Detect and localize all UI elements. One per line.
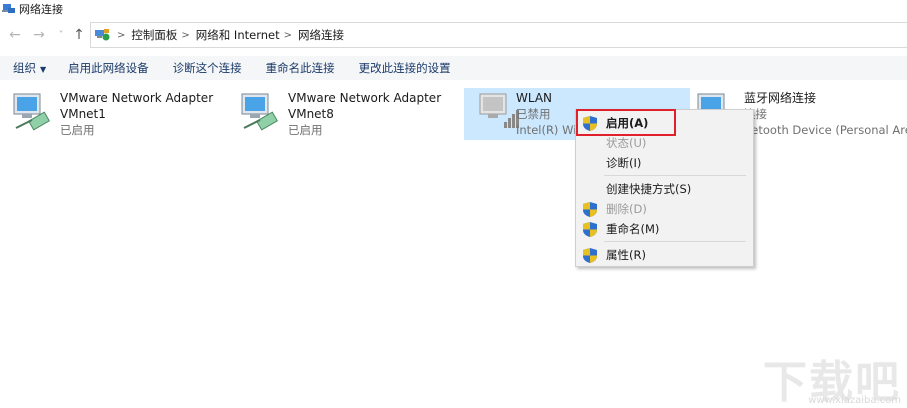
window-title: 网络连接 — [19, 3, 63, 16]
rename-connection-button[interactable]: 重命名此连接 — [254, 60, 347, 76]
highlight-annotation — [576, 109, 676, 136]
breadcrumb-chevron-icon: > — [117, 29, 126, 41]
control-panel-icon — [95, 29, 110, 41]
breadcrumb-chevron-icon: > — [181, 29, 190, 41]
breadcrumb-control-panel[interactable]: 控制面板 — [131, 27, 177, 43]
connection-name: VMware Network Adapter — [60, 91, 214, 105]
connection-status: 连接 — [744, 107, 767, 121]
menu-item-delete[interactable]: 删除(D) — [576, 199, 753, 219]
menu-separator — [604, 241, 746, 242]
connection-device: uetooth Device (Personal Are... — [744, 123, 907, 137]
connection-name-line2: VMnet1 — [60, 107, 106, 121]
connection-name: VMware Network Adapter — [288, 91, 442, 105]
connection-device: Intel(R) Wi- — [516, 123, 581, 137]
connection-status: 已禁用 — [516, 107, 551, 121]
forward-arrow-icon[interactable]: → — [30, 26, 48, 44]
dropdown-caret-icon: ▼ — [40, 65, 47, 74]
command-bar: 组织 ▼ 启用此网络设备 诊断这个连接 重命名此连接 更改此连接的设置 — [0, 56, 907, 80]
uac-shield-icon — [583, 202, 597, 217]
menu-item-properties[interactable]: 属性(R) — [576, 245, 753, 265]
uac-shield-icon — [583, 248, 597, 263]
breadcrumb-network-internet[interactable]: 网络和 Internet — [196, 27, 280, 43]
organize-button[interactable]: 组织 ▼ — [0, 60, 56, 76]
change-settings-button[interactable]: 更改此连接的设置 — [347, 60, 463, 76]
connection-status: 已启用 — [288, 123, 323, 137]
menu-item-rename[interactable]: 重命名(M) — [576, 219, 753, 239]
watermark: 下载吧 www.xiazaiba.com — [757, 346, 907, 408]
watermark-url: www.xiazaiba.com — [808, 395, 901, 406]
menu-item-diagnose[interactable]: 诊断(I) — [576, 153, 753, 173]
enable-device-button[interactable]: 启用此网络设备 — [56, 60, 161, 76]
navigation-row: ← → ˅ ↑ > 控制面板 > 网络和 Internet > 网络连接 — [0, 22, 907, 48]
connection-name: 蓝牙网络连接 — [744, 91, 817, 105]
uac-shield-icon — [583, 222, 597, 237]
diagnose-connection-button[interactable]: 诊断这个连接 — [161, 60, 254, 76]
connection-name-line2: VMnet8 — [288, 107, 334, 121]
wifi-adapter-disabled-icon — [479, 93, 519, 128]
recent-locations-icon[interactable]: ˅ — [52, 26, 70, 44]
network-adapter-icon — [13, 93, 50, 131]
up-arrow-icon[interactable]: ↑ — [70, 26, 88, 44]
connection-status: 已启用 — [60, 123, 95, 137]
title-bar: 网络连接 — [0, 0, 907, 18]
network-connections-icon — [2, 4, 15, 13]
address-bar[interactable]: > 控制面板 > 网络和 Internet > 网络连接 — [90, 22, 907, 48]
menu-item-status[interactable]: 状态(U) — [576, 133, 753, 153]
breadcrumb-chevron-icon: > — [283, 29, 292, 41]
connection-item-vmnet1[interactable]: VMware Network Adapter VMnet1 已启用 — [0, 88, 228, 140]
connection-item-vmnet8[interactable]: VMware Network Adapter VMnet8 已启用 — [228, 88, 458, 140]
breadcrumb-network-connections[interactable]: 网络连接 — [298, 27, 344, 43]
network-adapter-icon — [241, 93, 278, 131]
back-arrow-icon[interactable]: ← — [6, 26, 24, 44]
connection-name: WLAN — [516, 91, 553, 105]
menu-item-create-shortcut[interactable]: 创建快捷方式(S) — [576, 179, 753, 199]
menu-separator — [604, 175, 746, 176]
